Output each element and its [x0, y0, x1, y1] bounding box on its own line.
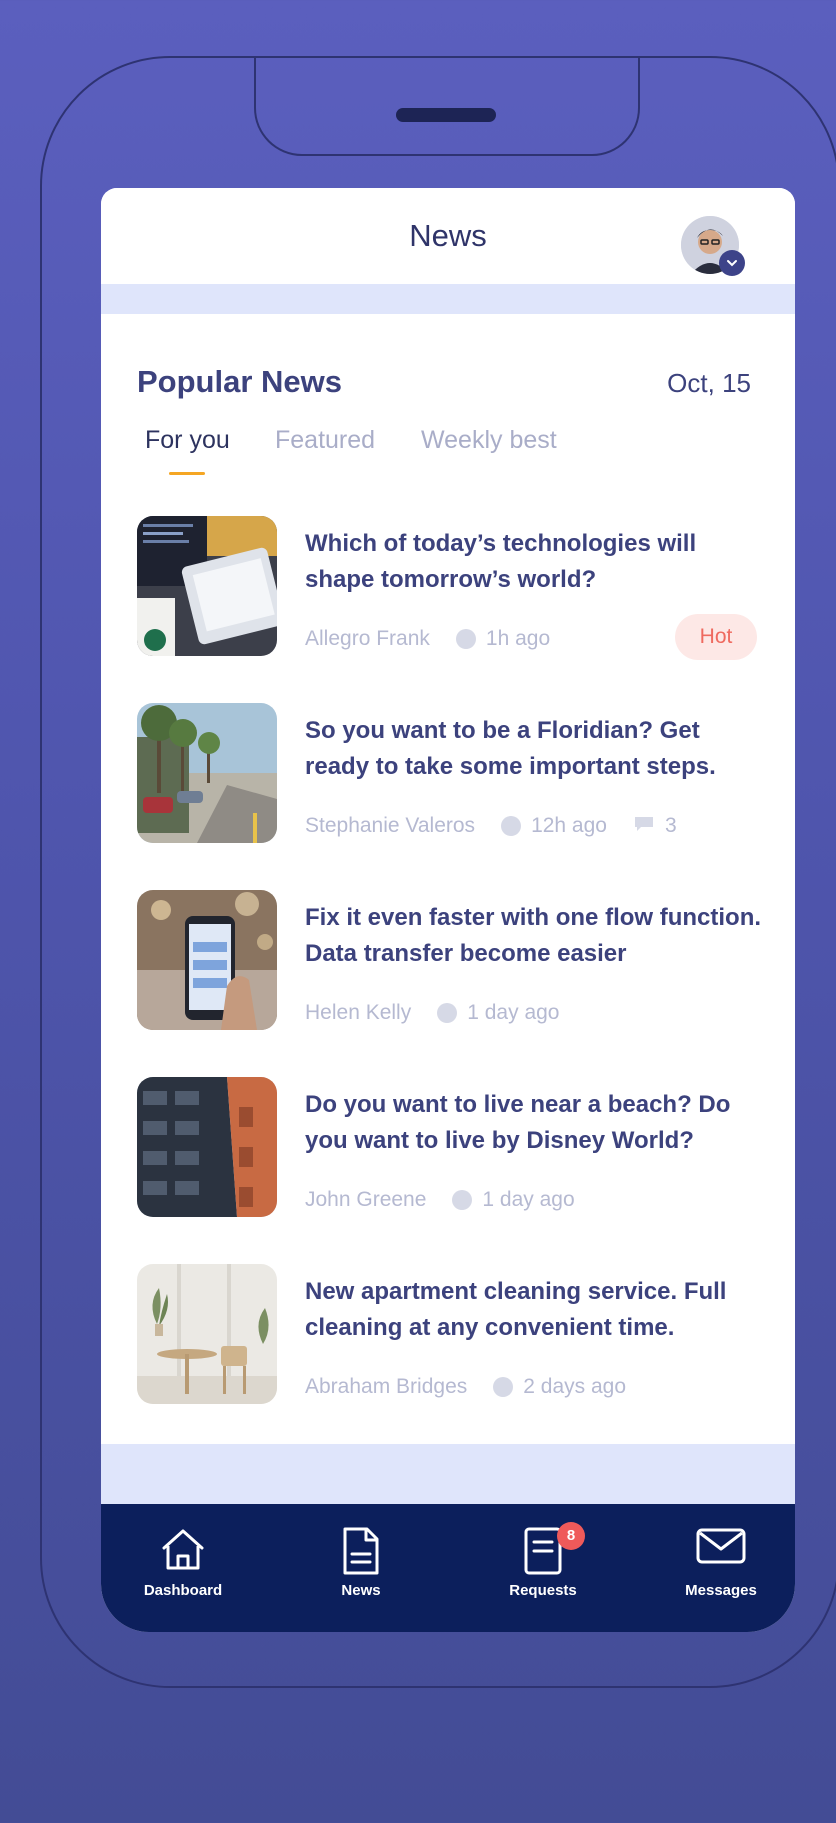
news-item[interactable]: New apartment cleaning service. Full cle… — [137, 1264, 767, 1414]
news-time: 12h ago — [531, 814, 607, 837]
nav-messages[interactable]: Messages — [651, 1504, 791, 1632]
footer-divider-band — [101, 1444, 795, 1504]
news-thumbnail — [137, 1077, 277, 1217]
news-meta: John Greene 1 day ago — [305, 1185, 575, 1215]
tab-weekly-best[interactable]: Weekly best — [421, 426, 557, 455]
tab-for-you[interactable]: For you — [145, 426, 230, 455]
news-item[interactable]: Fix it even faster with one flow functio… — [137, 890, 767, 1040]
header-divider-band — [101, 284, 795, 314]
envelope-icon — [695, 1526, 747, 1571]
news-author: Abraham Bridges — [305, 1375, 468, 1398]
news-time: 1 day ago — [482, 1188, 575, 1211]
nav-news[interactable]: News — [291, 1504, 431, 1632]
news-time: 1 day ago — [467, 1001, 560, 1024]
clock-icon — [437, 1003, 458, 1023]
chevron-down-icon[interactable] — [719, 250, 745, 276]
news-thumbnail — [137, 1264, 277, 1404]
news-item[interactable]: Do you want to live near a beach? Do you… — [137, 1077, 767, 1227]
news-item[interactable]: So you want to be a Floridian? Get ready… — [137, 703, 767, 853]
top-app-bar: News — [101, 188, 795, 284]
nav-label: Messages — [685, 1582, 757, 1599]
news-time: 2 days ago — [523, 1375, 626, 1398]
news-meta: Helen Kelly 1 day ago — [305, 998, 559, 1028]
news-headline[interactable]: So you want to be a Floridian? Get ready… — [305, 713, 765, 785]
nav-dashboard[interactable]: Dashboard — [113, 1504, 253, 1632]
phone-speaker — [396, 108, 496, 122]
tab-featured[interactable]: Featured — [275, 426, 375, 455]
home-icon — [158, 1526, 208, 1579]
user-avatar[interactable] — [681, 216, 745, 276]
clock-icon — [501, 816, 522, 836]
requests-count-badge: 8 — [557, 1522, 585, 1550]
news-author: Helen Kelly — [305, 1001, 412, 1024]
news-headline[interactable]: New apartment cleaning service. Full cle… — [305, 1274, 765, 1346]
news-thumbnail — [137, 890, 277, 1030]
news-item[interactable]: Which of today’s technologies will shape… — [137, 516, 767, 666]
comment-icon — [633, 815, 655, 838]
clock-icon — [452, 1190, 473, 1210]
news-thumbnail — [137, 516, 277, 656]
comment-count: 3 — [664, 814, 677, 837]
news-headline[interactable]: Fix it even faster with one flow functio… — [305, 900, 765, 972]
app-screen: News Popular News Oct, 15 For you Featur… — [101, 188, 795, 1632]
active-tab-indicator — [169, 472, 205, 475]
document-icon — [339, 1526, 383, 1581]
news-author: John Greene — [305, 1188, 427, 1211]
phone-notch — [254, 56, 640, 156]
news-meta: Allegro Frank 1h ago — [305, 624, 550, 654]
news-meta: Abraham Bridges 2 days ago — [305, 1372, 626, 1402]
hot-badge: Hot — [675, 614, 757, 660]
clock-icon — [455, 629, 476, 649]
news-author: Stephanie Valeros — [305, 814, 476, 837]
nav-requests[interactable]: 8 Requests — [473, 1504, 613, 1632]
clock-icon — [493, 1377, 514, 1397]
nav-label: News — [341, 1582, 381, 1599]
nav-label: Requests — [509, 1582, 577, 1599]
section-title: Popular News — [137, 364, 342, 399]
news-meta: Stephanie Valeros 12h ago 3 — [305, 811, 677, 841]
news-author: Allegro Frank — [305, 627, 430, 650]
section-date: Oct, 15 — [667, 368, 751, 398]
bottom-navigation: Dashboard News 8 Requests Messages — [101, 1504, 795, 1632]
news-time: 1h ago — [485, 627, 551, 650]
nav-label: Dashboard — [143, 1582, 223, 1599]
news-headline[interactable]: Which of today’s technologies will shape… — [305, 526, 765, 598]
news-thumbnail — [137, 703, 277, 843]
news-headline[interactable]: Do you want to live near a beach? Do you… — [305, 1087, 765, 1159]
